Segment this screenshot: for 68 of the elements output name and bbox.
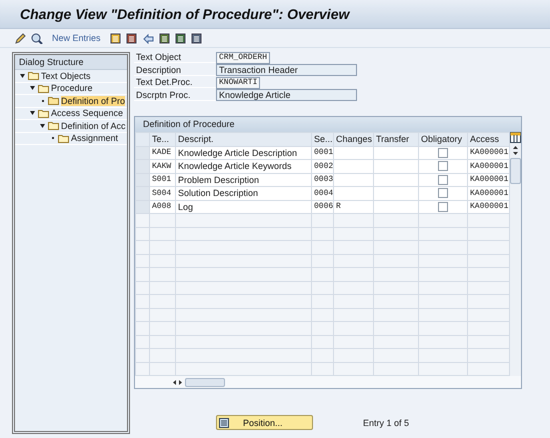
column-header[interactable]: Transfer — [374, 132, 418, 146]
window-title: Change View "Definition of Procedure": Overview — [20, 6, 350, 22]
column-header[interactable]: Se... — [312, 132, 334, 146]
checkbox[interactable] — [438, 161, 448, 172]
tree-item[interactable]: Text Objects — [15, 70, 127, 82]
scroll-up-icon[interactable] — [513, 146, 518, 149]
input-field[interactable]: Transaction Header — [216, 64, 357, 76]
tree-item[interactable]: Definition of Pro — [15, 95, 127, 108]
table-cell — [334, 160, 374, 173]
checkbox[interactable] — [438, 148, 448, 158]
scroll-down-icon[interactable] — [513, 152, 518, 155]
delete-row-icon[interactable] — [126, 32, 137, 44]
column-settings-icon[interactable] — [510, 132, 521, 143]
table-cell: Log — [176, 200, 312, 214]
table-cell: KA000001 — [468, 160, 510, 173]
entry-info: Entry 1 of 5 — [363, 418, 410, 428]
scroll-left-icon[interactable] — [173, 380, 176, 384]
glasses-icon[interactable] — [31, 32, 43, 44]
select-block-icon[interactable] — [174, 32, 186, 44]
column-header[interactable]: Obligatory — [418, 132, 468, 146]
pencil-icon[interactable] — [14, 32, 26, 44]
scrollbar-thumb[interactable] — [185, 378, 225, 386]
folder-icon — [38, 108, 49, 118]
input-field[interactable]: KNOWARTI — [216, 76, 260, 88]
open-folder-icon — [48, 96, 59, 106]
table-cell: KA000001 — [468, 186, 510, 200]
table-cell: Knowledge Article Description — [176, 146, 312, 160]
column-header[interactable]: Changes — [334, 132, 374, 146]
table-cell — [334, 146, 374, 160]
expand-arrow-icon[interactable] — [40, 124, 45, 128]
column-header[interactable]: Te... — [150, 132, 176, 146]
position-icon — [219, 418, 229, 428]
table-cell: KA000001 — [468, 173, 510, 186]
tree-item[interactable]: Definition of Acc — [15, 120, 127, 132]
column-header[interactable]: Access — [468, 132, 510, 146]
tree-item[interactable]: Assignment — [15, 132, 127, 145]
expand-arrow-icon[interactable] — [30, 86, 35, 90]
checkbox[interactable] — [438, 202, 448, 212]
panel-title: Dialog Structure — [15, 55, 127, 70]
new-entries-button[interactable]: New Entries — [52, 33, 101, 43]
expand-arrow-icon[interactable] — [30, 111, 35, 116]
table-cell — [334, 186, 374, 200]
select-all-icon[interactable] — [158, 32, 170, 44]
undo-arrow-icon[interactable] — [142, 32, 154, 44]
position-button[interactable]: Position... — [216, 415, 313, 430]
folder-icon — [58, 134, 69, 143]
input-field[interactable]: Knowledge Article — [216, 89, 357, 101]
tree-item[interactable]: Procedure — [15, 82, 127, 95]
table-cell — [334, 173, 374, 186]
checkbox[interactable] — [438, 188, 448, 198]
expand-arrow-icon[interactable] — [20, 74, 25, 78]
checkbox[interactable] — [438, 174, 448, 185]
table-title: Definition of Procedure — [135, 117, 521, 132]
table-cell: R — [334, 200, 374, 214]
table-cell: Problem Description — [176, 173, 312, 186]
input-field[interactable]: CRM_ORDERH — [216, 52, 270, 64]
scroll-right-icon[interactable] — [179, 380, 182, 384]
scrollbar-thumb[interactable] — [510, 158, 521, 184]
copy-icon[interactable] — [110, 32, 121, 44]
column-header[interactable]: Descript. — [176, 132, 312, 146]
table-cell: Solution Description — [176, 186, 312, 200]
table-cell: KA000001 — [468, 146, 510, 160]
table-cell: KA000001 — [468, 200, 510, 214]
folder-icon — [38, 84, 49, 93]
folder-icon — [48, 121, 59, 130]
deselect-all-icon[interactable] — [190, 32, 202, 44]
table-cell: Knowledge Article Keywords — [176, 160, 312, 173]
tree-item[interactable]: Access Sequence — [15, 108, 127, 120]
